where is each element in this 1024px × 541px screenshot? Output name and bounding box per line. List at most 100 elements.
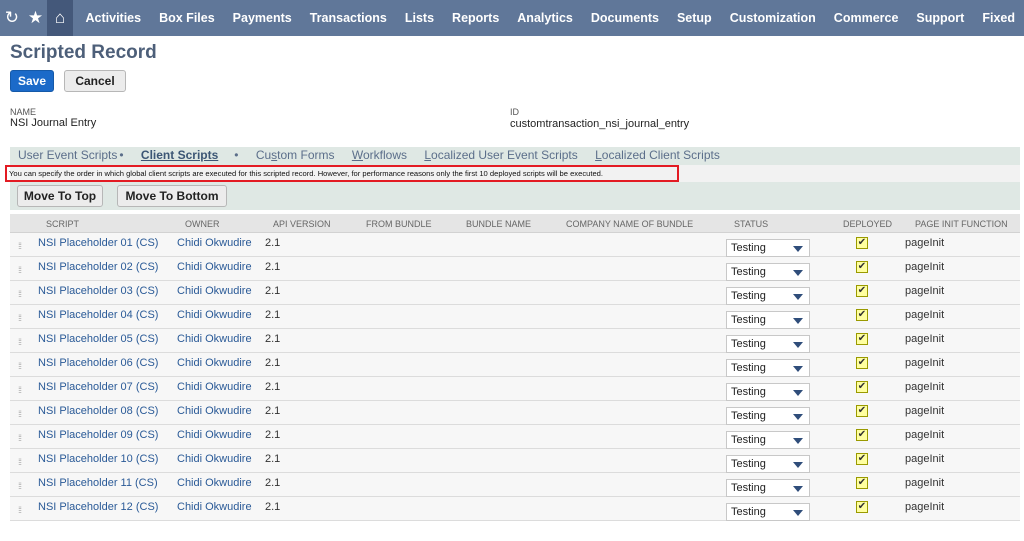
status-select[interactable]: Testing [726, 335, 810, 353]
cancel-button[interactable]: Cancel [64, 70, 126, 92]
owner-link[interactable]: Chidi Okwudire [177, 308, 252, 322]
tab-client-scripts[interactable]: Client Scripts [141, 148, 218, 162]
nav-item-reports[interactable]: Reports [443, 0, 508, 36]
status-select[interactable]: Testing [726, 479, 810, 497]
owner-link[interactable]: Chidi Okwudire [177, 404, 252, 418]
table-row[interactable]: ⁞⁞ NSI Placeholder 06 (CS) Chidi Okwudir… [10, 353, 1020, 377]
owner-link[interactable]: Chidi Okwudire [177, 380, 252, 394]
table-row[interactable]: ⁞⁞ NSI Placeholder 10 (CS) Chidi Okwudir… [10, 449, 1020, 473]
status-select[interactable]: Testing [726, 407, 810, 425]
nav-item-analytics[interactable]: Analytics [508, 0, 582, 36]
nav-item-setup[interactable]: Setup [668, 0, 721, 36]
home-icon[interactable]: ⌂ [47, 0, 73, 36]
nav-item-fixed[interactable]: Fixed [973, 0, 1024, 36]
nav-item-documents[interactable]: Documents [582, 0, 668, 36]
drag-handle-icon[interactable]: ⁞⁞ [18, 479, 22, 493]
star-icon[interactable]: ★ [24, 0, 48, 36]
nav-item-payments[interactable]: Payments [224, 0, 301, 36]
drag-handle-icon[interactable]: ⁞⁞ [18, 263, 22, 277]
script-link[interactable]: NSI Placeholder 03 (CS) [38, 284, 158, 298]
drag-handle-icon[interactable]: ⁞⁞ [18, 335, 22, 349]
nav-item-customization[interactable]: Customization [721, 0, 825, 36]
deployed-checkbox[interactable]: ✔ [856, 381, 868, 393]
owner-link[interactable]: Chidi Okwudire [177, 260, 252, 274]
owner-link[interactable]: Chidi Okwudire [177, 476, 252, 490]
table-row[interactable]: ⁞⁞ NSI Placeholder 11 (CS) Chidi Okwudir… [10, 473, 1020, 497]
tab-custom-forms[interactable]: Custom Forms [256, 148, 335, 162]
owner-link[interactable]: Chidi Okwudire [177, 452, 252, 466]
status-select[interactable]: Testing [726, 263, 810, 281]
drag-handle-icon[interactable]: ⁞⁞ [18, 455, 22, 469]
page-init-function: pageInit [905, 333, 945, 345]
drag-handle-icon[interactable]: ⁞⁞ [18, 407, 22, 421]
script-link[interactable]: NSI Placeholder 12 (CS) [38, 500, 158, 514]
save-button[interactable]: Save [10, 70, 54, 92]
nav-item-lists[interactable]: Lists [396, 0, 443, 36]
deployed-checkbox[interactable]: ✔ [856, 261, 868, 273]
drag-handle-icon[interactable]: ⁞⁞ [18, 311, 22, 325]
recent-records-icon[interactable]: ↻ [0, 0, 24, 36]
status-select[interactable]: Testing [726, 311, 810, 329]
deployed-checkbox[interactable]: ✔ [856, 429, 868, 441]
nav-item-support[interactable]: Support [907, 0, 973, 36]
table-row[interactable]: ⁞⁞ NSI Placeholder 04 (CS) Chidi Okwudir… [10, 305, 1020, 329]
drag-handle-icon[interactable]: ⁞⁞ [18, 359, 22, 373]
table-row[interactable]: ⁞⁞ NSI Placeholder 08 (CS) Chidi Okwudir… [10, 401, 1020, 425]
deployed-checkbox[interactable]: ✔ [856, 453, 868, 465]
tab-localized-client-scripts[interactable]: Localized Client Scripts [595, 148, 720, 162]
page-title: Scripted Record [10, 42, 157, 63]
script-link[interactable]: NSI Placeholder 05 (CS) [38, 332, 158, 346]
drag-handle-icon[interactable]: ⁞⁞ [18, 503, 22, 517]
tab-workflows[interactable]: Workflows [352, 148, 407, 162]
script-link[interactable]: NSI Placeholder 04 (CS) [38, 308, 158, 322]
script-link[interactable]: NSI Placeholder 01 (CS) [38, 236, 158, 250]
script-link[interactable]: NSI Placeholder 11 (CS) [38, 476, 158, 490]
deployed-checkbox[interactable]: ✔ [856, 501, 868, 513]
nav-item-transactions[interactable]: Transactions [301, 0, 396, 36]
owner-link[interactable]: Chidi Okwudire [177, 500, 252, 514]
owner-link[interactable]: Chidi Okwudire [177, 428, 252, 442]
deployed-checkbox[interactable]: ✔ [856, 405, 868, 417]
nav-item-activities[interactable]: Activities [77, 0, 151, 36]
deployed-checkbox[interactable]: ✔ [856, 309, 868, 321]
script-link[interactable]: NSI Placeholder 06 (CS) [38, 356, 158, 370]
owner-link[interactable]: Chidi Okwudire [177, 284, 252, 298]
table-row[interactable]: ⁞⁞ NSI Placeholder 12 (CS) Chidi Okwudir… [10, 497, 1020, 521]
drag-handle-icon[interactable]: ⁞⁞ [18, 239, 22, 253]
status-select[interactable]: Testing [726, 431, 810, 449]
script-link[interactable]: NSI Placeholder 02 (CS) [38, 260, 158, 274]
deployed-checkbox[interactable]: ✔ [856, 357, 868, 369]
status-select[interactable]: Testing [726, 503, 810, 521]
nav-item-commerce[interactable]: Commerce [825, 0, 908, 36]
tab-user-event-scripts[interactable]: User Event Scripts • [18, 148, 124, 162]
status-select[interactable]: Testing [726, 287, 810, 305]
deployed-checkbox[interactable]: ✔ [856, 477, 868, 489]
table-row[interactable]: ⁞⁞ NSI Placeholder 09 (CS) Chidi Okwudir… [10, 425, 1020, 449]
table-row[interactable]: ⁞⁞ NSI Placeholder 07 (CS) Chidi Okwudir… [10, 377, 1020, 401]
move-to-bottom-button[interactable]: Move To Bottom [117, 185, 227, 207]
status-select[interactable]: Testing [726, 383, 810, 401]
deployed-checkbox[interactable]: ✔ [856, 237, 868, 249]
tab-localized-user-event-scripts[interactable]: Localized User Event Scripts [424, 148, 577, 162]
table-row[interactable]: ⁞⁞ NSI Placeholder 03 (CS) Chidi Okwudir… [10, 281, 1020, 305]
table-row[interactable]: ⁞⁞ NSI Placeholder 05 (CS) Chidi Okwudir… [10, 329, 1020, 353]
nav-item-box-files[interactable]: Box Files [150, 0, 224, 36]
status-select[interactable]: Testing [726, 239, 810, 257]
owner-link[interactable]: Chidi Okwudire [177, 236, 252, 250]
script-link[interactable]: NSI Placeholder 10 (CS) [38, 452, 158, 466]
owner-link[interactable]: Chidi Okwudire [177, 356, 252, 370]
move-to-top-button[interactable]: Move To Top [17, 185, 103, 207]
script-link[interactable]: NSI Placeholder 08 (CS) [38, 404, 158, 418]
owner-link[interactable]: Chidi Okwudire [177, 332, 252, 346]
drag-handle-icon[interactable]: ⁞⁞ [18, 431, 22, 445]
drag-handle-icon[interactable]: ⁞⁞ [18, 383, 22, 397]
drag-handle-icon[interactable]: ⁞⁞ [18, 287, 22, 301]
status-select[interactable]: Testing [726, 359, 810, 377]
script-link[interactable]: NSI Placeholder 09 (CS) [38, 428, 158, 442]
table-row[interactable]: ⁞⁞ NSI Placeholder 01 (CS) Chidi Okwudir… [10, 233, 1020, 257]
status-select[interactable]: Testing [726, 455, 810, 473]
deployed-checkbox[interactable]: ✔ [856, 285, 868, 297]
script-link[interactable]: NSI Placeholder 07 (CS) [38, 380, 158, 394]
deployed-checkbox[interactable]: ✔ [856, 333, 868, 345]
table-row[interactable]: ⁞⁞ NSI Placeholder 02 (CS) Chidi Okwudir… [10, 257, 1020, 281]
